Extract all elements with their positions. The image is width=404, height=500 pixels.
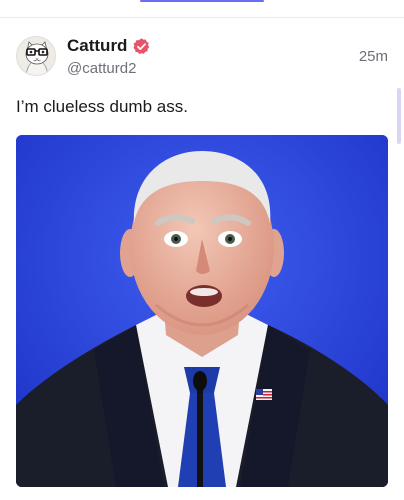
post-text: I’m clueless dumb ass. xyxy=(16,97,188,116)
post-image-illustration xyxy=(16,135,388,487)
avatar[interactable] xyxy=(16,36,56,76)
post-image[interactable] xyxy=(16,135,388,487)
name-row: Catturd xyxy=(67,36,151,56)
feed-screen: Catturd @catturd2 25m I’m clueless dumb … xyxy=(0,0,404,500)
cat-avatar-icon xyxy=(17,37,55,75)
verified-badge-icon xyxy=(133,37,150,54)
post-timestamp[interactable]: 25m xyxy=(359,48,388,65)
scrollbar-thumb[interactable] xyxy=(397,88,401,144)
header-divider xyxy=(0,17,404,18)
author-display-name[interactable]: Catturd xyxy=(67,36,127,56)
active-tab-indicator xyxy=(140,0,264,2)
author-handle[interactable]: @catturd2 xyxy=(67,60,151,78)
post-header: Catturd @catturd2 25m xyxy=(16,36,388,80)
author-block: Catturd @catturd2 xyxy=(67,36,151,78)
post[interactable]: Catturd @catturd2 25m I’m clueless dumb … xyxy=(16,36,388,118)
